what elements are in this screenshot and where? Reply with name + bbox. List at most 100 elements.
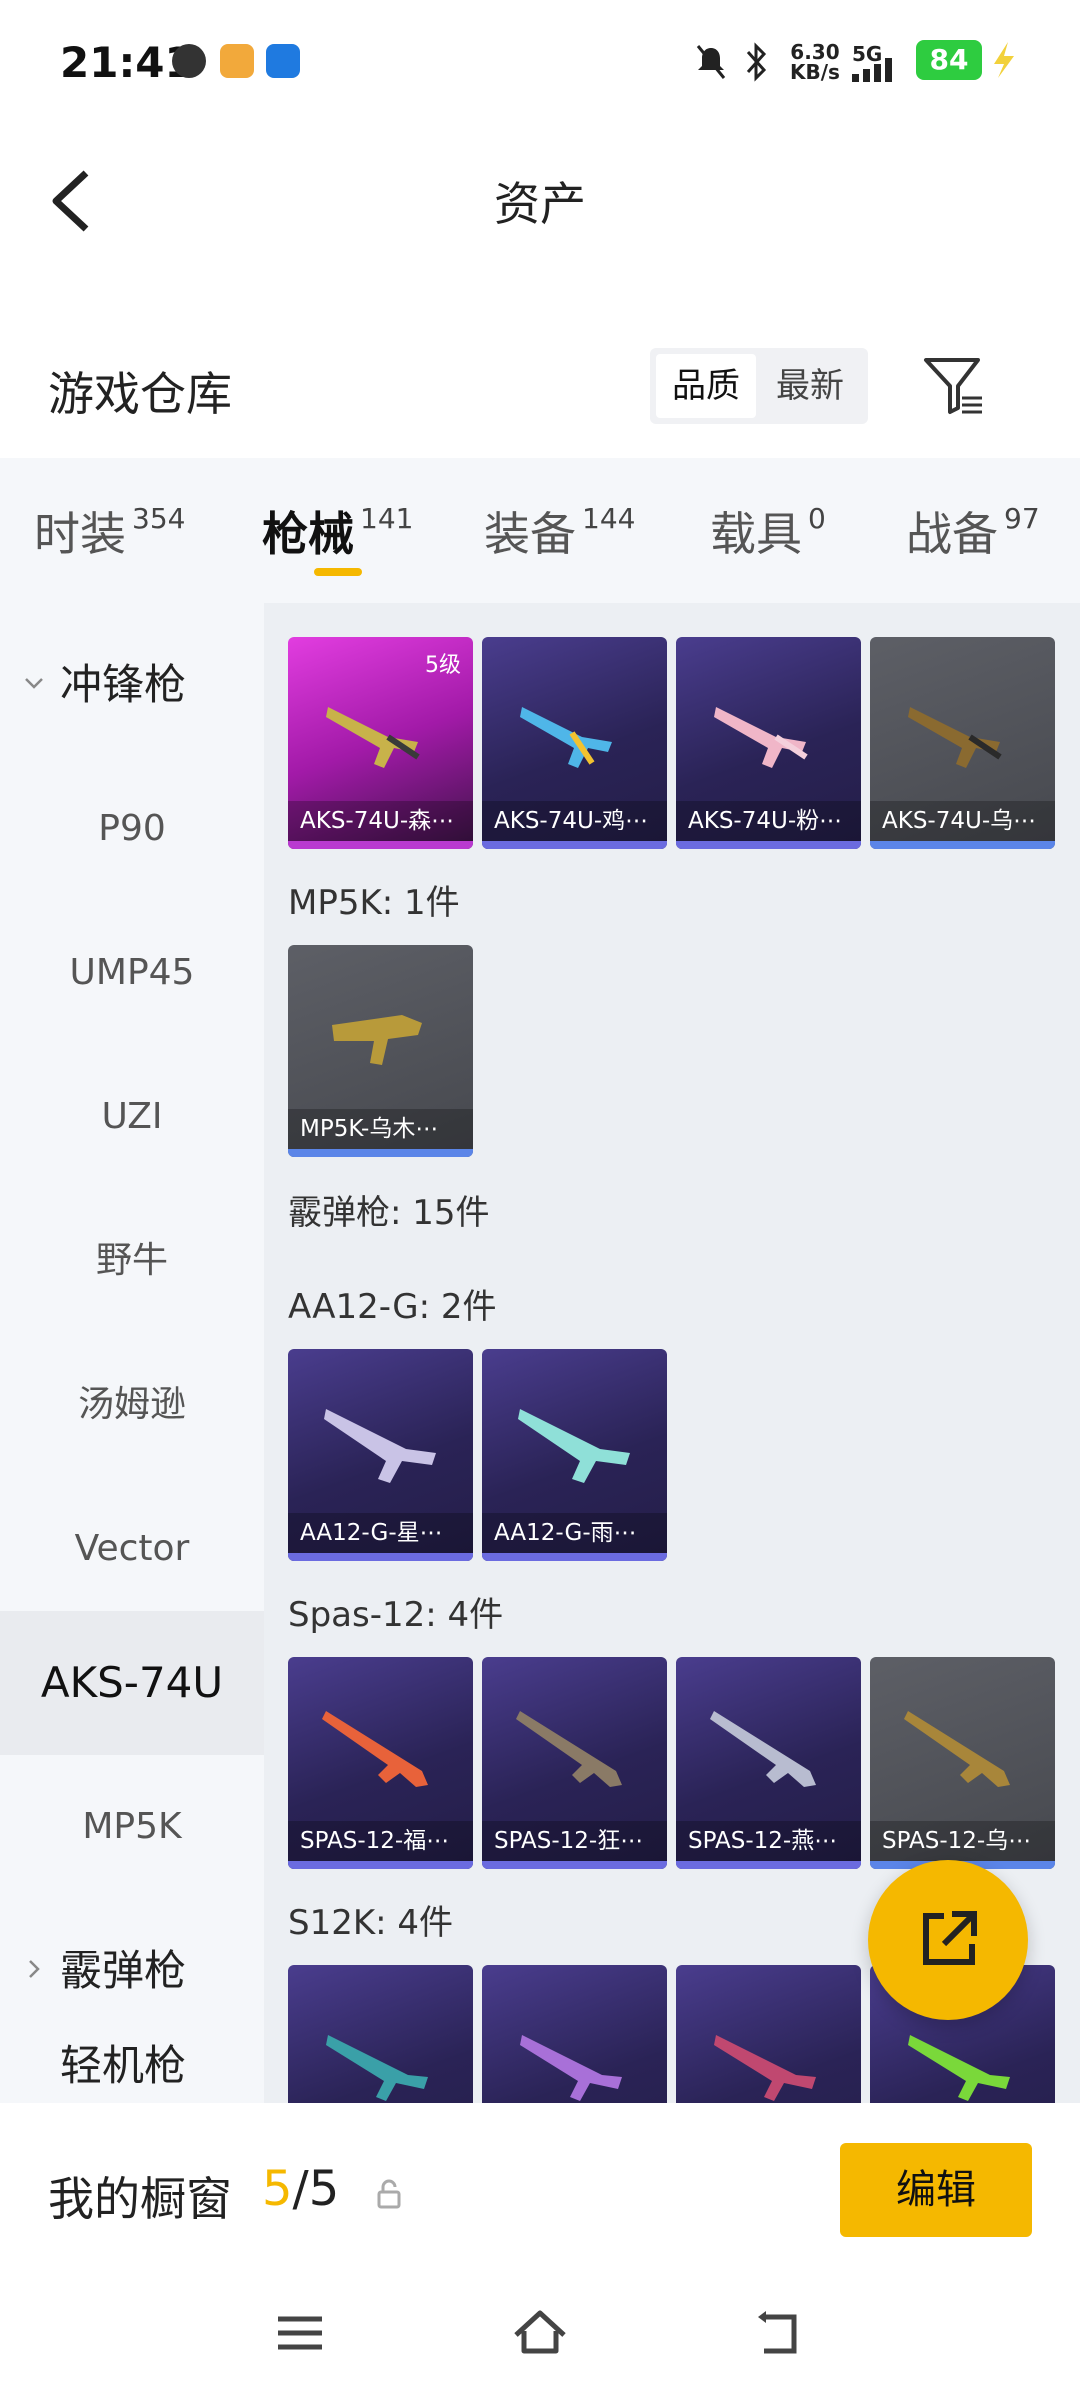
gun-icon xyxy=(714,707,808,768)
level-badge: 5级 xyxy=(425,653,461,678)
skin-name: SPAS-12-燕⋯ xyxy=(676,1821,861,1861)
sidebar-group-label: 霰弹枪 xyxy=(60,1946,187,1995)
gun-icon xyxy=(520,707,612,768)
skin-card[interactable] xyxy=(288,1965,473,2103)
showcase-count: 5/5 xyxy=(262,2161,339,2217)
back-nav-icon[interactable] xyxy=(750,2303,810,2363)
tab-label: 时装 xyxy=(34,507,126,561)
showcase-bar: 我的橱窗 5/5 编辑 xyxy=(0,2103,1080,2400)
sidebar-group-smg[interactable]: 冲锋枪 xyxy=(0,613,264,757)
skin-name: AKS-74U-乌⋯ xyxy=(870,801,1055,841)
skin-card[interactable]: SPAS-12-乌⋯ xyxy=(870,1657,1055,1869)
tab-label: 战备 xyxy=(906,507,998,561)
signal-icon xyxy=(852,58,892,82)
tab-count: 141 xyxy=(360,502,414,535)
share-icon xyxy=(923,1911,977,1965)
sidebar-item-p90[interactable]: P90 xyxy=(0,757,264,901)
share-fab[interactable] xyxy=(868,1860,1028,2020)
gun-icon xyxy=(518,1409,630,1483)
skin-name: MP5K-乌木⋯ xyxy=(288,1109,473,1149)
game-app-icon xyxy=(220,44,254,78)
mute-icon xyxy=(696,45,726,79)
gun-icon xyxy=(326,2035,428,2101)
edit-button[interactable]: 编辑 xyxy=(840,2143,1032,2237)
sidebar-item-ump45[interactable]: UMP45 xyxy=(0,901,264,1045)
rarity-bar xyxy=(870,841,1055,849)
skin-card[interactable]: AKS-74U-鸡⋯ xyxy=(482,637,667,849)
sidebar-item-mp5k[interactable]: MP5K xyxy=(0,1755,264,1899)
sidebar-item-uzi[interactable]: UZI xyxy=(0,1045,264,1189)
menu-icon[interactable] xyxy=(270,2303,330,2363)
skin-card[interactable] xyxy=(482,1965,667,2103)
gun-icon xyxy=(710,1711,816,1787)
showcase-label: 我的橱窗 xyxy=(48,2172,232,2226)
sidebar-group-shotgun[interactable]: 霰弹枪 xyxy=(0,1899,264,2043)
battery-indicator: 84 xyxy=(916,40,982,80)
group-label-s12k: S12K: 4件 xyxy=(288,1903,454,1943)
sidebar-item-vector[interactable]: Vector xyxy=(0,1477,264,1621)
skin-card[interactable]: AA12-G-雨⋯ xyxy=(482,1349,667,1561)
tab-equipment[interactable]: 装备 144 xyxy=(484,498,635,564)
group-label-mp5k: MP5K: 1件 xyxy=(288,883,460,923)
skin-card[interactable]: SPAS-12-狂⋯ xyxy=(482,1657,667,1869)
rarity-bar xyxy=(288,1149,473,1157)
rarity-bar xyxy=(288,1861,473,1869)
gun-icon xyxy=(908,2035,1010,2101)
showcase-count-now: 5 xyxy=(262,2161,293,2217)
gun-icon xyxy=(324,1409,436,1483)
active-tab-indicator xyxy=(314,568,362,576)
tab-label: 载具 xyxy=(710,507,802,561)
category-tabs: 时装 354 枪械 141 装备 144 载具 0 战备 97 xyxy=(0,458,1080,603)
skin-name: AKS-74U-森⋯ xyxy=(288,801,473,841)
sidebar-item-thompson[interactable]: 汤姆逊 xyxy=(0,1333,264,1477)
home-icon[interactable] xyxy=(510,2303,570,2363)
rarity-bar xyxy=(676,1861,861,1869)
skin-name: AKS-74U-粉⋯ xyxy=(676,801,861,841)
rarity-bar xyxy=(482,1861,667,1869)
rarity-bar xyxy=(482,841,667,849)
group-label-aa12: AA12-G: 2件 xyxy=(288,1287,497,1327)
skin-card[interactable]: AKS-74U-粉⋯ xyxy=(676,637,861,849)
skin-card[interactable]: MP5K-乌木⋯ xyxy=(288,945,473,1157)
status-bar: 21:41 6.30 KB/s 5G 84 xyxy=(0,0,1080,130)
gun-icon xyxy=(520,2035,622,2101)
sidebar-group-label: 冲锋枪 xyxy=(60,660,187,709)
skin-name: AA12-G-星⋯ xyxy=(288,1513,473,1553)
sidebar-item-aks74u[interactable]: AKS-74U xyxy=(0,1611,264,1755)
tab-label: 枪械 xyxy=(262,507,354,561)
tab-vehicles[interactable]: 载具 0 xyxy=(710,498,826,564)
gun-icon xyxy=(322,1711,428,1787)
skin-name: SPAS-12-乌⋯ xyxy=(870,1821,1055,1861)
sort-quality-button[interactable]: 品质 xyxy=(656,354,756,418)
gun-icon xyxy=(326,707,420,768)
weapon-sidebar: 冲锋枪 P90 UMP45 UZI 野牛 汤姆逊 Vector AKS-74U … xyxy=(0,603,264,2103)
group-label-shotgun: 霰弹枪: 15件 xyxy=(288,1193,490,1233)
filter-icon[interactable] xyxy=(922,354,986,418)
skin-card[interactable]: 5级 AKS-74U-森⋯ xyxy=(288,637,473,849)
warehouse-title: 游戏仓库 xyxy=(48,367,232,421)
group-label-spas12: Spas-12: 4件 xyxy=(288,1595,504,1635)
tab-guns[interactable]: 枪械 141 xyxy=(262,498,413,564)
skin-name: AKS-74U-鸡⋯ xyxy=(482,801,667,841)
skin-card[interactable]: AA12-G-星⋯ xyxy=(288,1349,473,1561)
sidebar-item-bizon[interactable]: 野牛 xyxy=(0,1189,264,1333)
page-title: 资产 xyxy=(494,177,586,231)
tab-supplies[interactable]: 战备 97 xyxy=(906,498,1040,564)
skin-name: SPAS-12-狂⋯ xyxy=(482,1821,667,1861)
tab-label: 装备 xyxy=(484,507,576,561)
rarity-bar xyxy=(482,1553,667,1561)
showcase-count-total: /5 xyxy=(292,2161,340,2217)
sort-newest-button[interactable]: 最新 xyxy=(760,354,860,418)
rarity-bar xyxy=(288,841,473,849)
tab-count: 97 xyxy=(1004,502,1040,535)
skin-card[interactable]: SPAS-12-福⋯ xyxy=(288,1657,473,1869)
tab-count: 144 xyxy=(582,502,636,535)
gun-icon xyxy=(904,1711,1010,1787)
net-speed: 6.30 KB/s xyxy=(790,40,840,84)
tab-fashion[interactable]: 时装 354 xyxy=(34,498,185,564)
skin-card[interactable] xyxy=(676,1965,861,2103)
sidebar-group-lmg[interactable]: 轻机枪 xyxy=(0,2029,264,2103)
skin-card[interactable]: AKS-74U-乌⋯ xyxy=(870,637,1055,849)
rarity-bar xyxy=(676,841,861,849)
skin-card[interactable]: SPAS-12-燕⋯ xyxy=(676,1657,861,1869)
